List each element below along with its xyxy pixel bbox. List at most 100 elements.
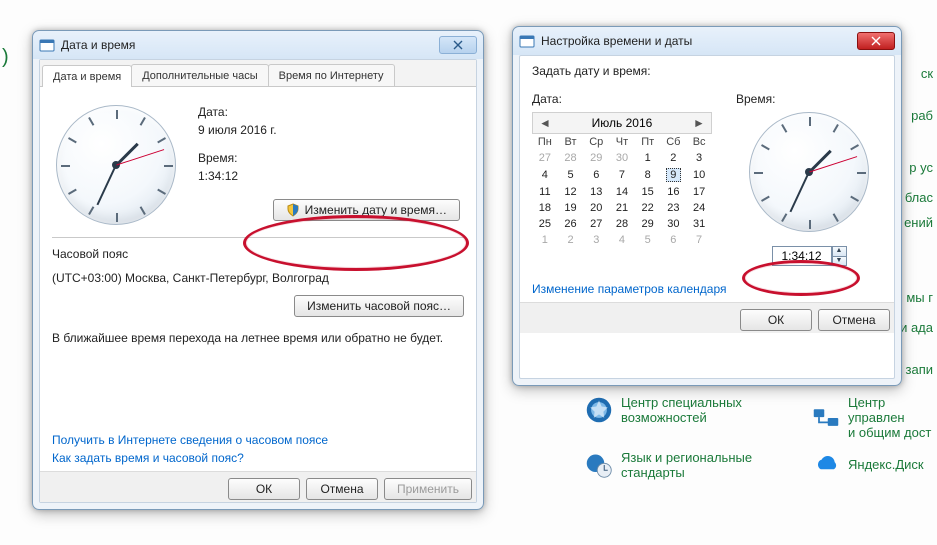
calendar-day[interactable]: 7	[686, 232, 712, 248]
shield-icon	[286, 203, 300, 217]
calendar-day[interactable]: 27	[532, 150, 558, 166]
calendar-title[interactable]: Июль 2016	[592, 116, 653, 130]
calendar-day[interactable]: 7	[609, 166, 635, 184]
calendar-day[interactable]: 30	[661, 216, 687, 232]
bg-paren: )	[2, 46, 9, 69]
calendar-day[interactable]: 6	[661, 232, 687, 248]
cloud-icon	[812, 450, 840, 478]
analog-clock	[56, 105, 176, 225]
calendar-day[interactable]: 3	[686, 150, 712, 166]
link-calendar-settings[interactable]: Изменение параметров календаря	[532, 282, 727, 296]
time-value: 1:34:12	[198, 169, 460, 183]
cancel-button[interactable]: Отмена	[306, 478, 378, 500]
calendar-day[interactable]: 29	[583, 150, 609, 166]
ok-button[interactable]: ОК	[228, 478, 300, 500]
bg-frag: блас	[905, 190, 933, 205]
calendar-day[interactable]: 5	[558, 166, 584, 184]
calendar-day[interactable]: 18	[532, 200, 558, 216]
date-label: Дата:	[198, 105, 460, 119]
dialog-title: Настройка времени и даты	[541, 34, 851, 48]
calendar-day[interactable]: 31	[686, 216, 712, 232]
bg-yandex-disk[interactable]: Яндекс.Диск	[812, 450, 924, 478]
calendar-day[interactable]: 12	[558, 184, 584, 200]
calendar-grid[interactable]: ПнВтСрЧтПтСбВс 2728293012345678910111213…	[532, 134, 712, 248]
calendar-day[interactable]: 29	[635, 216, 661, 232]
titlebar[interactable]: Дата и время	[33, 31, 483, 59]
bg-frag: мы г	[906, 290, 933, 305]
bg-frag: запи	[906, 362, 934, 377]
calendar-day[interactable]: 25	[532, 216, 558, 232]
calendar-day[interactable]: 6	[583, 166, 609, 184]
calendar-day[interactable]: 14	[609, 184, 635, 200]
datetime-icon	[519, 33, 535, 49]
ok-button[interactable]: ОК	[740, 309, 812, 331]
calendar-day[interactable]: 28	[558, 150, 584, 166]
calendar-day[interactable]: 17	[686, 184, 712, 200]
time-label: Время:	[736, 92, 882, 106]
calendar-day[interactable]: 23	[661, 200, 687, 216]
calendar-day[interactable]: 19	[558, 200, 584, 216]
time-spin-up[interactable]: ▲	[832, 246, 847, 256]
calendar-day[interactable]: 4	[609, 232, 635, 248]
tabstrip: Дата и время Дополнительные часы Время п…	[40, 60, 476, 87]
bg-accessibility[interactable]: Центр специальныхвозможностей	[585, 395, 742, 425]
close-button[interactable]	[857, 32, 895, 50]
calendar-day[interactable]: 1	[635, 150, 661, 166]
calendar: ◄ Июль 2016 ► ПнВтСрЧтПтСбВс 27282930123…	[532, 112, 712, 248]
cancel-button[interactable]: Отмена	[818, 309, 890, 331]
calendar-day[interactable]: 4	[532, 166, 558, 184]
date-label: Дата:	[532, 92, 712, 106]
date-value: 9 июля 2016 г.	[198, 123, 460, 137]
tab-internet-time[interactable]: Время по Интернету	[268, 64, 395, 86]
calendar-day[interactable]: 28	[609, 216, 635, 232]
calendar-day[interactable]: 3	[583, 232, 609, 248]
bg-frag: раб	[911, 108, 933, 123]
next-month-button[interactable]: ►	[692, 116, 706, 130]
apply-button[interactable]: Применить	[384, 478, 472, 500]
time-spin-down[interactable]: ▼	[832, 256, 847, 266]
calendar-day[interactable]: 22	[635, 200, 661, 216]
calendar-day[interactable]: 2	[558, 232, 584, 248]
change-date-time-button[interactable]: Изменить дату и время…	[273, 199, 460, 221]
titlebar[interactable]: Настройка времени и даты	[513, 27, 901, 55]
set-heading: Задать дату и время:	[532, 64, 882, 78]
timezone-value: (UTC+03:00) Москва, Санкт-Петербург, Вол…	[52, 271, 464, 285]
calendar-day[interactable]: 13	[583, 184, 609, 200]
bg-frag: ск	[921, 66, 933, 81]
dialog-title: Дата и время	[61, 38, 433, 52]
calendar-day[interactable]: 1	[532, 232, 558, 248]
dialog-set-date-time: Настройка времени и даты Задать дату и в…	[512, 26, 902, 386]
globe-clock-icon	[585, 451, 613, 479]
change-timezone-button[interactable]: Изменить часовой пояс…	[294, 295, 464, 317]
link-tz-info[interactable]: Получить в Интернете сведения о часовом …	[52, 433, 328, 447]
bg-language[interactable]: Язык и региональныестандарты	[585, 450, 752, 480]
calendar-day[interactable]: 27	[583, 216, 609, 232]
close-button[interactable]	[439, 36, 477, 54]
calendar-day[interactable]: 11	[532, 184, 558, 200]
calendar-day[interactable]: 26	[558, 216, 584, 232]
calendar-day[interactable]: 5	[635, 232, 661, 248]
calendar-day[interactable]: 20	[583, 200, 609, 216]
bg-frag: и ада	[900, 320, 933, 335]
analog-clock	[749, 112, 869, 232]
bg-management[interactable]: Центр управлени общим дост	[812, 395, 937, 440]
datetime-icon	[39, 37, 55, 53]
calendar-day[interactable]: 21	[609, 200, 635, 216]
accessibility-icon	[585, 396, 613, 424]
network-icon	[812, 404, 840, 432]
timezone-heading: Часовой пояс	[52, 247, 464, 261]
bg-frag: ений	[904, 215, 933, 230]
tab-date-time[interactable]: Дата и время	[42, 65, 132, 87]
calendar-day[interactable]: 24	[686, 200, 712, 216]
tab-additional-clocks[interactable]: Дополнительные часы	[131, 64, 268, 86]
calendar-day[interactable]: 16	[661, 184, 687, 200]
calendar-day[interactable]: 2	[661, 150, 687, 166]
prev-month-button[interactable]: ◄	[538, 116, 552, 130]
calendar-day[interactable]: 30	[609, 150, 635, 166]
calendar-day[interactable]: 9	[661, 166, 687, 184]
calendar-day[interactable]: 10	[686, 166, 712, 184]
link-howto[interactable]: Как задать время и часовой пояс?	[52, 451, 244, 465]
time-input[interactable]	[772, 246, 832, 266]
calendar-day[interactable]: 15	[635, 184, 661, 200]
calendar-day[interactable]: 8	[635, 166, 661, 184]
